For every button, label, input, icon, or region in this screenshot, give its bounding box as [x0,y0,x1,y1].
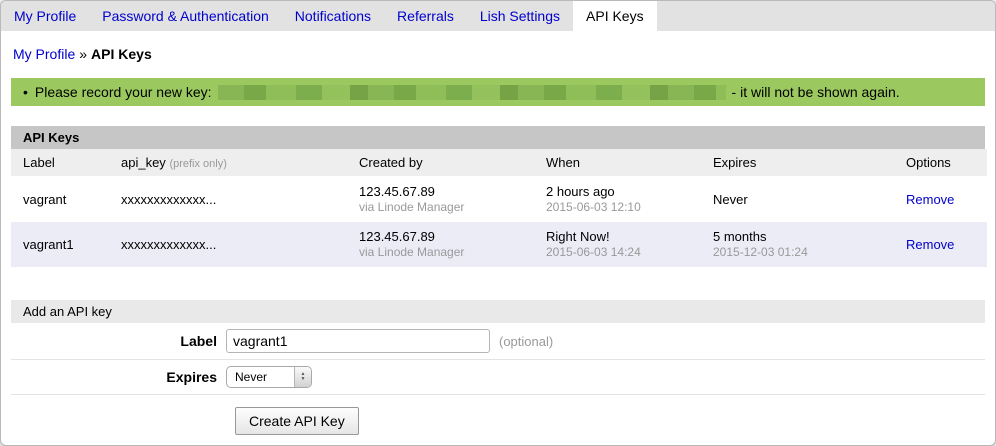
expires-select[interactable]: Never ▲▼ [226,366,312,388]
col-header-expires: Expires [713,149,906,177]
expires-field-row: Expires Never ▲▼ [11,360,985,395]
breadcrumb: My Profile»API Keys [1,31,995,62]
col-header-api-key: api_key (prefix only) [121,149,359,177]
cell-api-key: xxxxxxxxxxxxx... [121,177,359,223]
cell-when: Right Now! 2015-06-03 14:24 [546,222,713,267]
tab-my-profile[interactable]: My Profile [1,1,89,31]
table-row: vagrant1 xxxxxxxxxxxxx... 123.45.67.89 v… [11,222,987,267]
cell-when: 2 hours ago 2015-06-03 12:10 [546,177,713,223]
new-key-notice: • Please record your new key: - it will … [11,78,985,106]
cell-label: vagrant1 [11,222,121,267]
expires-selected-value: Never [227,370,294,384]
create-api-key-button[interactable]: Create API Key [235,407,359,435]
when-date-text: 2015-06-03 14:24 [546,245,705,260]
label-field-row: Label (optional) [11,323,985,360]
api-keys-table: Label api_key (prefix only) Created by W… [11,149,987,267]
notice-bullet: • [23,84,28,100]
remove-key-link[interactable]: Remove [906,192,954,207]
cell-created-by: 123.45.67.89 via Linode Manager [359,177,546,223]
redacted-api-key [218,85,726,100]
expires-date-text: 2015-12-03 01:24 [713,245,898,260]
when-date-text: 2015-06-03 12:10 [546,200,705,215]
tab-password-authentication[interactable]: Password & Authentication [89,1,282,31]
table-row: vagrant xxxxxxxxxxxxx... 123.45.67.89 vi… [11,177,987,223]
col-header-label: Label [11,149,121,177]
expires-field-label: Expires [11,369,226,385]
col-header-when: When [546,149,713,177]
tab-lish-settings[interactable]: Lish Settings [467,1,573,31]
label-optional-note: (optional) [499,334,553,349]
tab-notifications[interactable]: Notifications [282,1,384,31]
cell-options: Remove [906,177,987,223]
created-via-text: via Linode Manager [359,245,538,260]
remove-key-link[interactable]: Remove [906,237,954,252]
tab-referrals[interactable]: Referrals [384,1,467,31]
add-api-key-section-title: Add an API key [11,300,985,323]
cell-options: Remove [906,222,987,267]
add-api-key-section: Add an API key Label (optional) Expires … [11,300,985,435]
cell-expires: Never [713,177,906,223]
breadcrumb-current-page: API Keys [91,46,152,62]
cell-created-by: 123.45.67.89 via Linode Manager [359,222,546,267]
profile-api-keys-page: My Profile Password & Authentication Not… [0,0,996,446]
table-header-row: Label api_key (prefix only) Created by W… [11,149,987,177]
cell-label: vagrant [11,177,121,223]
profile-tabbar: My Profile Password & Authentication Not… [1,1,995,31]
col-header-created-by: Created by [359,149,546,177]
created-via-text: via Linode Manager [359,200,538,215]
label-input[interactable] [226,329,490,353]
label-field-label: Label [11,333,226,349]
tab-api-keys[interactable]: API Keys [573,1,657,31]
api-keys-section-title: API Keys [11,126,985,149]
api-keys-section: API Keys Label api_key (prefix only) Cre… [11,126,985,267]
col-header-options: Options [906,149,987,177]
select-stepper-icon: ▲▼ [294,367,311,387]
cell-api-key: xxxxxxxxxxxxx... [121,222,359,267]
breadcrumb-my-profile-link[interactable]: My Profile [13,46,75,62]
breadcrumb-separator: » [79,46,87,62]
col-header-api-key-note: (prefix only) [169,158,226,170]
cell-expires: 5 months 2015-12-03 01:24 [713,222,906,267]
submit-row: Create API Key [11,407,985,435]
notice-suffix-text: - it will not be shown again. [732,84,900,100]
notice-prefix-text: Please record your new key: [35,84,212,100]
